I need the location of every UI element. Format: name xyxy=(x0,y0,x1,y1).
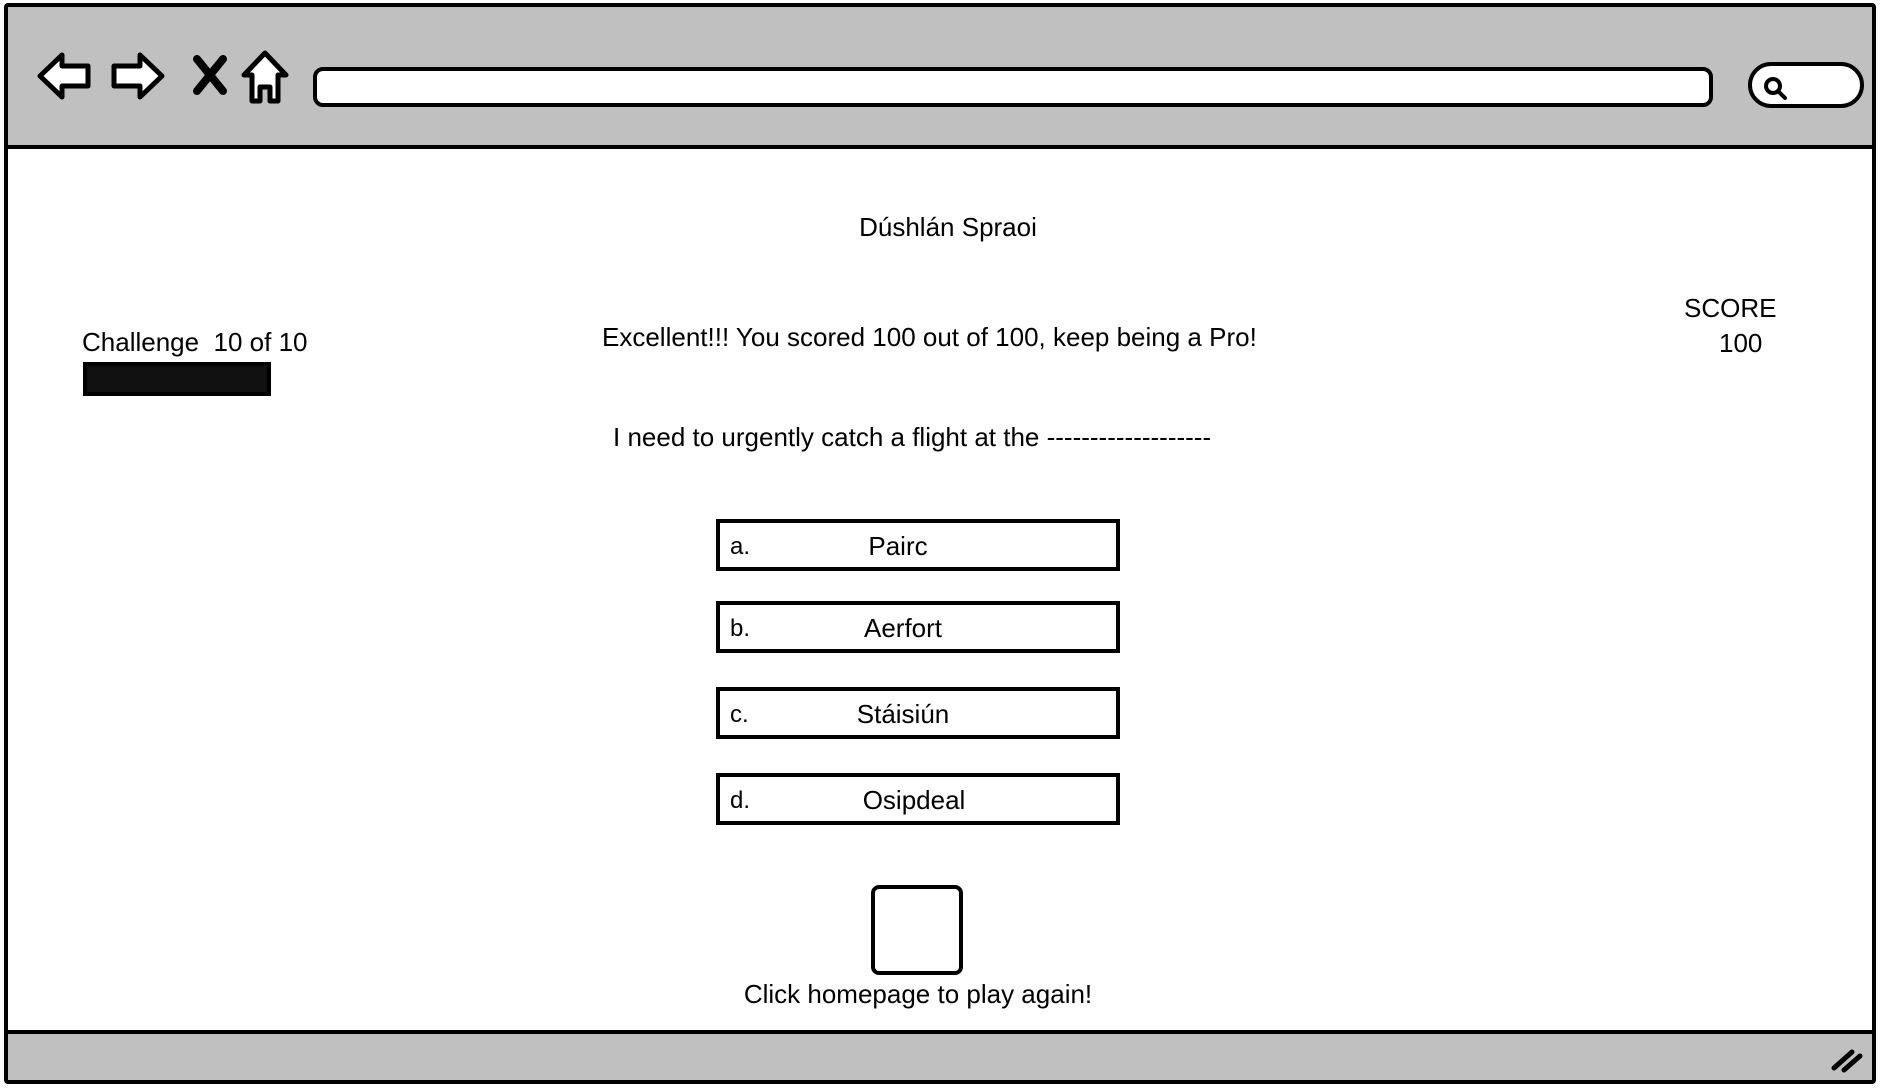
page-content: Dúshlán Spraoi Challenge 10 of 10 Excell… xyxy=(8,149,1872,1030)
stop-x-icon[interactable] xyxy=(192,55,228,95)
challenge-counter: Challenge 10 of 10 xyxy=(82,327,308,357)
result-message: Excellent!!! You scored 100 out of 100, … xyxy=(602,322,1257,352)
page-title: Dúshlán Spraoi xyxy=(859,212,1037,242)
home-icon[interactable] xyxy=(240,49,290,105)
option-a-button[interactable]: a. Pairc xyxy=(716,519,1120,571)
score-label: SCORE xyxy=(1684,293,1777,323)
address-bar[interactable] xyxy=(313,67,1713,107)
browser-window: Dúshlán Spraoi Challenge 10 of 10 Excell… xyxy=(4,3,1876,1084)
status-bar xyxy=(8,1030,1872,1080)
back-arrow-icon[interactable] xyxy=(36,49,92,103)
score-value: 100 xyxy=(1719,328,1763,358)
progress-bar xyxy=(83,362,271,396)
forward-arrow-icon[interactable] xyxy=(110,49,166,103)
search-box[interactable] xyxy=(1748,62,1864,108)
option-text: Pairc xyxy=(868,531,928,561)
search-icon xyxy=(1764,77,1787,100)
option-text: Aerfort xyxy=(863,613,943,643)
option-text: Osipdeal xyxy=(862,785,966,815)
option-c-button[interactable]: c. Stáisiún xyxy=(716,687,1120,739)
question-text: I need to urgently catch a flight at the… xyxy=(613,422,1212,452)
homepage-button[interactable] xyxy=(871,885,963,975)
play-again-text: Click homepage to play again! xyxy=(743,979,1093,1009)
progress-fill xyxy=(87,366,267,392)
option-b-button[interactable]: b. Aerfort xyxy=(716,601,1120,653)
browser-toolbar xyxy=(8,7,1872,149)
option-d-button[interactable]: d. Osipdeal xyxy=(716,773,1120,825)
option-text: Stáisiún xyxy=(856,699,950,729)
resize-handle-icon[interactable] xyxy=(1830,1044,1864,1074)
